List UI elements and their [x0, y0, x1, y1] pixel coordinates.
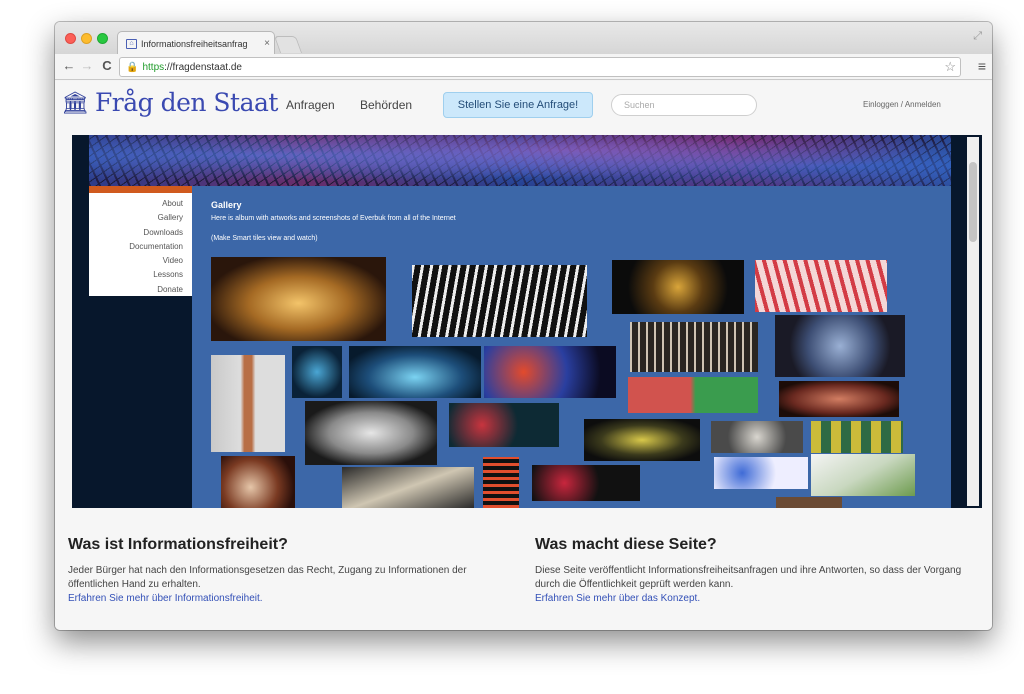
gallery-thumbnail[interactable]: [211, 355, 285, 452]
embedded-scrollbar[interactable]: [967, 137, 979, 506]
back-arrow-icon[interactable]: ←: [61, 58, 77, 74]
gallery-thumbnail[interactable]: [484, 346, 616, 398]
gallery-thumbnail[interactable]: [775, 315, 905, 377]
login-link[interactable]: Einloggen / Anmelden: [863, 100, 941, 109]
site-favicon-icon: ⌂: [126, 38, 137, 49]
bookmark-star-icon[interactable]: ☆: [944, 59, 956, 75]
info-freedom-section: Was ist Informationsfreiheit? Jeder Bürg…: [68, 536, 508, 606]
lock-icon: 🔒: [126, 61, 139, 73]
section-title: Was ist Informationsfreiheit?: [68, 536, 288, 553]
search-input[interactable]: [611, 94, 757, 116]
nav-behoerden[interactable]: Behörden: [360, 98, 412, 112]
gallery-description: Here is album with artworks and screensh…: [211, 215, 456, 222]
learn-more-link[interactable]: Erfahren Sie mehr über Informationsfreih…: [68, 592, 508, 606]
window-minimize-button[interactable]: [81, 33, 92, 44]
forward-arrow-icon[interactable]: →: [79, 58, 95, 74]
embedded-screenshot: About Gallery Downloads Documentation Vi…: [72, 135, 982, 508]
banner-image: [89, 135, 951, 186]
site-header: 🏛 Fråg den Staat Anfragen Behörden Stell…: [55, 81, 992, 129]
section-text: Jeder Bürger hat nach den Informationsge…: [68, 565, 467, 590]
gallery-thumbnail[interactable]: [305, 401, 437, 465]
embedded-side-menu: About Gallery Downloads Documentation Vi…: [89, 186, 192, 296]
new-tab-button[interactable]: [273, 36, 303, 53]
section-title: Was macht diese Seite?: [535, 536, 717, 553]
gallery-thumbnail[interactable]: [349, 346, 481, 398]
gallery-note: (Make Smart tiles view and watch): [211, 235, 318, 242]
gallery-thumbnail[interactable]: [211, 257, 386, 341]
building-icon: 🏛: [61, 89, 89, 115]
side-menu-item[interactable]: Donate: [89, 283, 192, 297]
gallery-thumbnail[interactable]: [714, 457, 808, 489]
section-text: Diese Seite veröffentlicht Informationsf…: [535, 565, 962, 590]
tab-close-icon[interactable]: ×: [260, 38, 274, 49]
side-menu-item[interactable]: Video: [89, 254, 192, 268]
fullscreen-icon[interactable]: ⤢: [973, 30, 982, 43]
url-text: ://fragdenstaat.de: [164, 61, 242, 73]
address-bar[interactable]: 🔒 https ://fragdenstaat.de ☆: [119, 57, 961, 77]
gallery-panel: Gallery Here is album with artworks and …: [192, 186, 951, 508]
learn-more-link[interactable]: Erfahren Sie mehr über das Konzept.: [535, 592, 975, 606]
tab-bar: ⌂ Informationsfreiheitsanfrag × ⤢: [55, 22, 992, 55]
about-site-section: Was macht diese Seite? Diese Seite veröf…: [535, 536, 975, 606]
window-close-button[interactable]: [65, 33, 76, 44]
gallery-thumbnail[interactable]: [612, 260, 744, 314]
logo-text: Fråg den Staat: [94, 88, 279, 117]
gallery-thumbnail[interactable]: [292, 346, 342, 398]
gallery-thumbnail[interactable]: [412, 265, 587, 337]
gallery-thumbnail[interactable]: [755, 260, 887, 312]
site-logo[interactable]: 🏛 Fråg den Staat: [61, 88, 278, 117]
gallery-thumbnail[interactable]: [811, 421, 903, 453]
gallery-thumbnail[interactable]: [630, 322, 758, 372]
gallery-thumbnail[interactable]: [584, 419, 700, 461]
tab-title: Informationsfreiheitsanfrag: [141, 38, 248, 49]
gallery-thumbnail[interactable]: [779, 381, 899, 417]
side-menu-item[interactable]: About: [89, 197, 192, 211]
side-menu-item[interactable]: Documentation: [89, 240, 192, 254]
gallery-thumbnail[interactable]: [342, 467, 474, 508]
nav-anfragen[interactable]: Anfragen: [286, 98, 335, 112]
reload-icon[interactable]: C: [99, 58, 115, 74]
side-menu-item[interactable]: Lessons: [89, 268, 192, 282]
gallery-thumbnail[interactable]: [221, 456, 295, 508]
page-content: 🏛 Fråg den Staat Anfragen Behörden Stell…: [55, 81, 992, 630]
browser-toolbar: ← → C 🔒 https ://fragdenstaat.de ☆ ≡: [55, 54, 992, 80]
window-maximize-button[interactable]: [97, 33, 108, 44]
make-request-button[interactable]: Stellen Sie eine Anfrage!: [443, 92, 593, 118]
gallery-thumbnail[interactable]: [711, 421, 803, 453]
gallery-thumbnail[interactable]: [483, 457, 519, 508]
side-menu-item[interactable]: Downloads: [89, 226, 192, 240]
browser-tab[interactable]: ⌂ Informationsfreiheitsanfrag ×: [117, 31, 275, 55]
gallery-thumbnail[interactable]: [449, 403, 559, 447]
browser-menu-icon[interactable]: ≡: [978, 58, 986, 74]
gallery-thumbnail[interactable]: [628, 377, 758, 413]
gallery-thumbnail[interactable]: [776, 497, 842, 508]
scrollbar-thumb[interactable]: [969, 162, 977, 242]
browser-window: ⌂ Informationsfreiheitsanfrag × ⤢ ← → C …: [55, 22, 992, 630]
gallery-thumbnail[interactable]: [532, 465, 640, 501]
url-scheme: https: [142, 61, 165, 73]
gallery-thumbnail[interactable]: [811, 454, 915, 496]
side-menu-item[interactable]: Gallery: [89, 211, 192, 225]
gallery-title: Gallery: [211, 200, 242, 210]
